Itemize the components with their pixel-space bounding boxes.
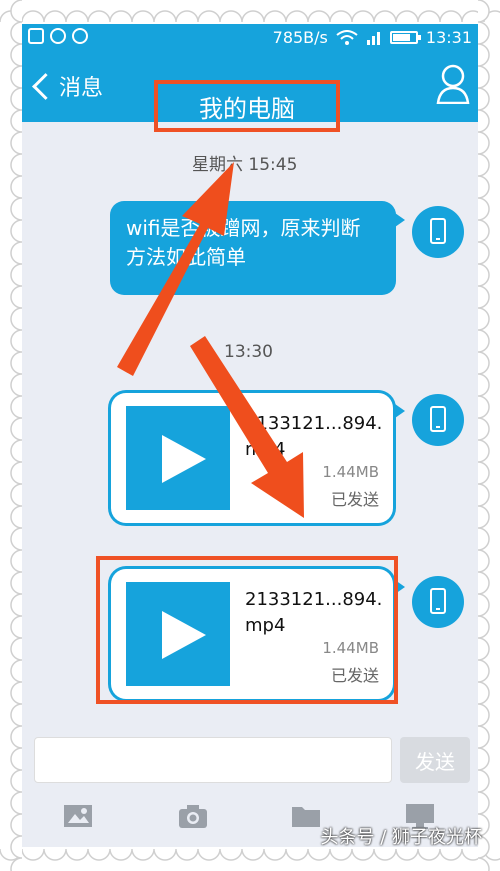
arrow-up [117,162,234,376]
frame-border-right [478,0,500,871]
watermark: 头条号 / 狮子夜光杯 [320,827,482,848]
arrow-down [190,336,304,518]
message-input[interactable] [34,737,392,783]
phone-screen: 785B/s 13:31 消息 我的电脑 星期六 15:45 wifi是否被蹭网… [22,24,478,847]
composer-bar: 发送 [22,725,478,789]
frame-border-bottom [0,849,500,871]
folder-icon[interactable] [290,801,322,831]
frame-border-left [0,0,22,871]
image-icon[interactable] [62,801,94,831]
send-button[interactable]: 发送 [400,737,470,783]
frame-border-top [0,0,500,22]
annotation-arrows [117,162,304,518]
photo-frame: 785B/s 13:31 消息 我的电脑 星期六 15:45 wifi是否被蹭网… [0,0,500,871]
camera-icon[interactable] [177,801,209,831]
